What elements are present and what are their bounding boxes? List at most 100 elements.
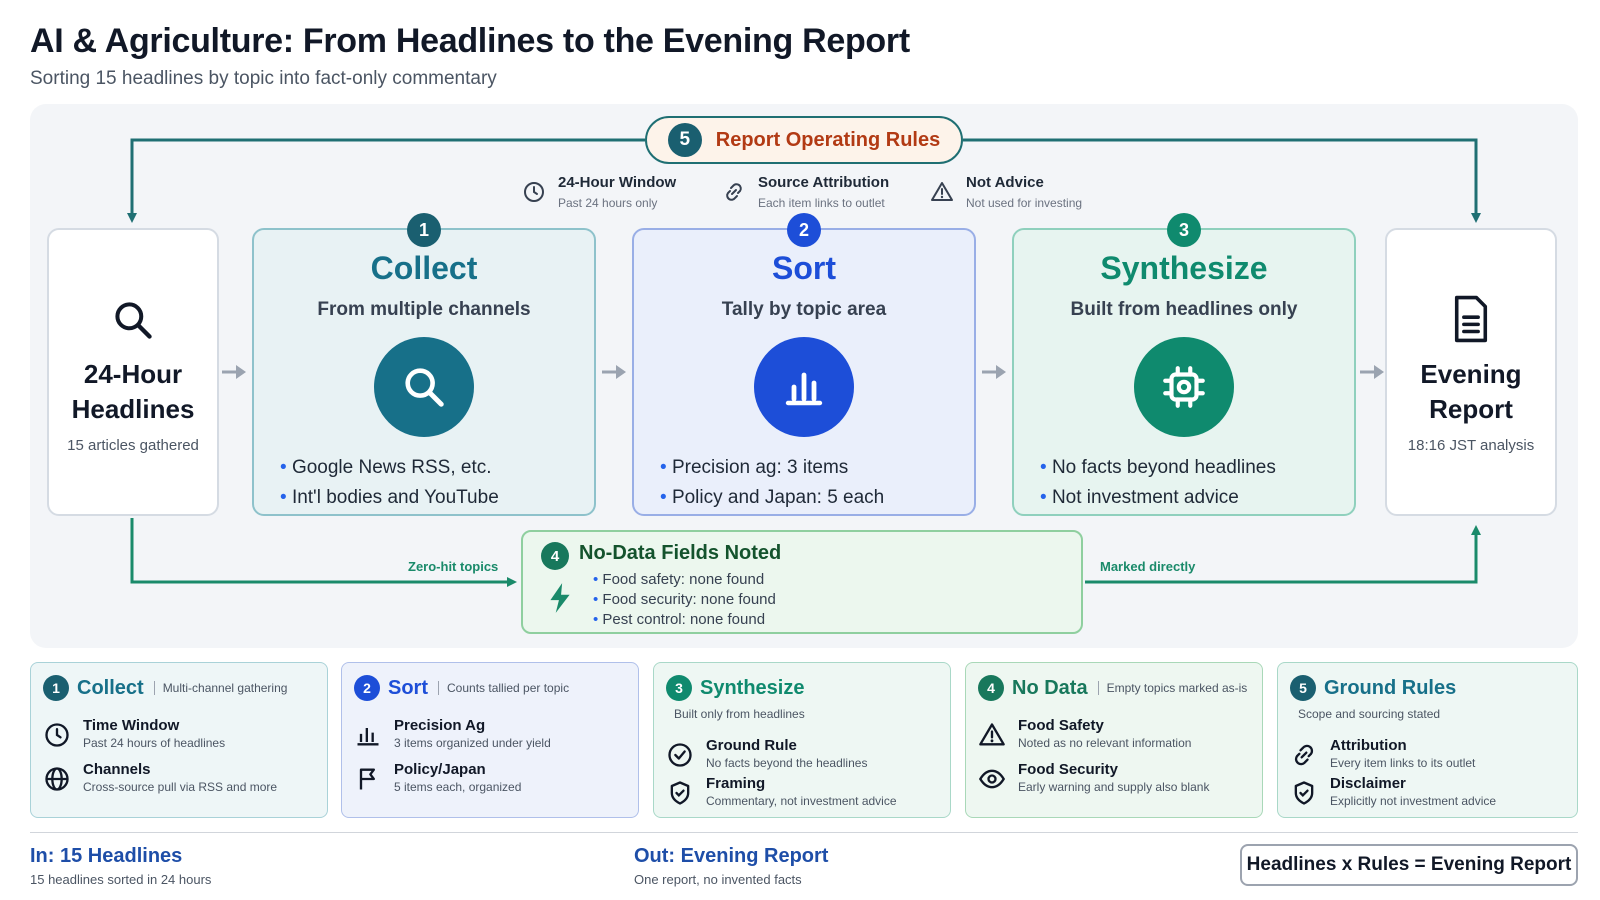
stage-step-number: 1: [407, 213, 441, 247]
card-row-desc: Cross-source pull via RSS and more: [83, 780, 278, 794]
stage-name: Collect: [370, 250, 478, 286]
stage-bullets: No facts beyond headlines Not investment…: [1040, 453, 1354, 513]
card-synthesize: 3 Synthesize Built only from headlines Gr…: [653, 662, 951, 818]
output-report-box: Evening Report 18:16 JST analysis: [1385, 228, 1557, 516]
stage-sort: Sort Tally by topic area Precision ag: 3…: [632, 228, 976, 516]
rule-not-advice: Not Advice Not used for investing: [930, 174, 1082, 210]
rule-desc: Not used for investing: [966, 196, 1083, 210]
card-row-desc: Early warning and supply also blank: [1018, 780, 1210, 794]
chip-icon: [1163, 366, 1205, 408]
list-item: Food safety: none found: [593, 570, 776, 590]
card-title: Ground Rules: [1324, 676, 1457, 699]
bar-chart-icon: [357, 728, 379, 746]
card-sort: 2 Sort Counts tallied per topic Precision …: [341, 662, 639, 818]
card-number: 2: [354, 675, 380, 701]
stage-icon-circle: [1134, 337, 1234, 437]
card-row-title: Food Safety: [1018, 717, 1104, 734]
rule-source-attribution: Source Attribution Each item links to out…: [722, 174, 889, 210]
card-ground-rules: 5 Ground Rules Scope and sourcing stated …: [1277, 662, 1578, 818]
equation-box: Headlines x Rules = Evening Report: [1240, 844, 1578, 886]
stage-step-number: 2: [787, 213, 821, 247]
card-subtitle: Built only from headlines: [674, 707, 805, 721]
rule-desc: Past 24 hours only: [558, 196, 658, 210]
flag-icon: [359, 768, 375, 790]
eye-icon: [978, 769, 1006, 789]
stage-collect: Collect From multiple channels Google Ne…: [252, 228, 596, 516]
rules-step-number: 5: [667, 123, 702, 157]
stage-name: Sort: [772, 250, 836, 286]
stage-icon-circle: [754, 337, 854, 437]
footer-divider: [30, 832, 1578, 833]
list-item: Int'l bodies and YouTube: [280, 483, 594, 513]
rule-title: 24-Hour Window: [558, 174, 677, 191]
card-row-title: Policy/Japan: [394, 761, 486, 778]
warning-icon: [979, 723, 1005, 746]
stage-name: Synthesize: [1100, 250, 1268, 286]
footer-out-title: Out: Evening Report: [634, 845, 829, 867]
page-title: AI & Agriculture: From Headlines to the …: [30, 22, 910, 60]
shield-check-icon: [1294, 781, 1314, 805]
stage-desc: Tally by topic area: [721, 299, 887, 320]
card-number: 1: [43, 675, 69, 701]
shield-check-icon: [670, 781, 690, 805]
card-row-desc: 5 items each, organized: [394, 780, 522, 794]
stage-synthesize: Synthesize Built from headlines only No …: [1012, 228, 1356, 516]
stage-desc: From multiple channels: [317, 299, 531, 320]
warning-icon: [931, 182, 953, 201]
clock-icon: [524, 182, 544, 202]
card-row-desc: No facts beyond the headlines: [706, 756, 868, 770]
card-title: Collect: [77, 676, 144, 699]
input-title-line1: 24-Hour: [83, 359, 183, 389]
rule-desc: Each item links to outlet: [758, 196, 885, 210]
footer-out-desc: One report, no invented facts: [634, 872, 802, 887]
nodata-title: No-Data Fields Noted: [579, 542, 782, 564]
input-headlines-box: 24-Hour Headlines 15 articles gathered: [47, 228, 219, 516]
clock-icon: [45, 723, 69, 747]
card-row-desc: Past 24 hours of headlines: [83, 736, 226, 750]
footer-in-desc: 15 headlines sorted in 24 hours: [30, 872, 212, 887]
card-number: 3: [666, 675, 692, 701]
lightning-icon: [550, 583, 570, 613]
list-item: Not investment advice: [1040, 483, 1354, 513]
footer-in-title: In: 15 Headlines: [30, 845, 183, 867]
card-number: 4: [978, 675, 1004, 701]
list-item: Precision ag: 3 items: [660, 453, 974, 483]
card-subtitle: Scope and sourcing stated: [1298, 707, 1441, 721]
list-item: Google News RSS, etc.: [280, 453, 594, 483]
edge-label-marked: Marked directly: [1100, 559, 1196, 574]
nodata-box: 4 No-Data Fields Noted Food safety: none…: [521, 530, 1083, 634]
rule-title: Not Advice: [966, 174, 1044, 191]
card-title: Sort: [388, 676, 428, 699]
flow-arrow-icon: [602, 365, 626, 379]
rule-title: Source Attribution: [758, 174, 890, 191]
card-title: No Data: [1012, 676, 1088, 699]
card-title: Synthesize: [700, 676, 805, 699]
card-row-title: Food Security: [1018, 761, 1119, 778]
link-icon: [726, 183, 742, 201]
card-collect: 1 Collect Multi-channel gathering Time Win…: [30, 662, 328, 818]
stage-bullets: Google News RSS, etc. Int'l bodies and Y…: [280, 453, 594, 513]
list-item: Pest control: none found: [593, 610, 776, 630]
card-subtitle: Counts tallied per topic: [438, 681, 569, 695]
card-row-desc: Commentary, not investment advice: [706, 794, 897, 808]
link-icon: [1294, 744, 1314, 766]
card-row-title: Channels: [83, 761, 151, 778]
card-row-title: Precision Ag: [394, 717, 486, 734]
stage-icon-circle: [374, 337, 474, 437]
stage-bullets: Precision ag: 3 items Policy and Japan: …: [660, 453, 974, 513]
output-title-line2: Report: [1429, 394, 1513, 424]
edge-label-zero-hit: Zero-hit topics: [408, 559, 499, 574]
input-desc: 15 articles gathered: [67, 437, 199, 454]
card-row-title: Time Window: [83, 717, 180, 734]
card-row-title: Ground Rule: [706, 737, 797, 754]
rules-label: Report Operating Rules: [715, 128, 941, 151]
output-desc: 18:16 JST analysis: [1407, 437, 1535, 454]
rules-pill: 5 Report Operating Rules: [645, 116, 963, 164]
globe-icon: [45, 767, 69, 791]
flow-arrow-icon: [1360, 365, 1384, 379]
rule-time-window: 24-Hour Window Past 24 hours only: [522, 174, 676, 210]
search-icon: [405, 368, 444, 407]
card-subtitle: Empty topics marked as-is: [1097, 681, 1247, 695]
output-title-line1: Evening: [1420, 359, 1522, 389]
card-row-title: Disclaimer: [1330, 775, 1406, 792]
